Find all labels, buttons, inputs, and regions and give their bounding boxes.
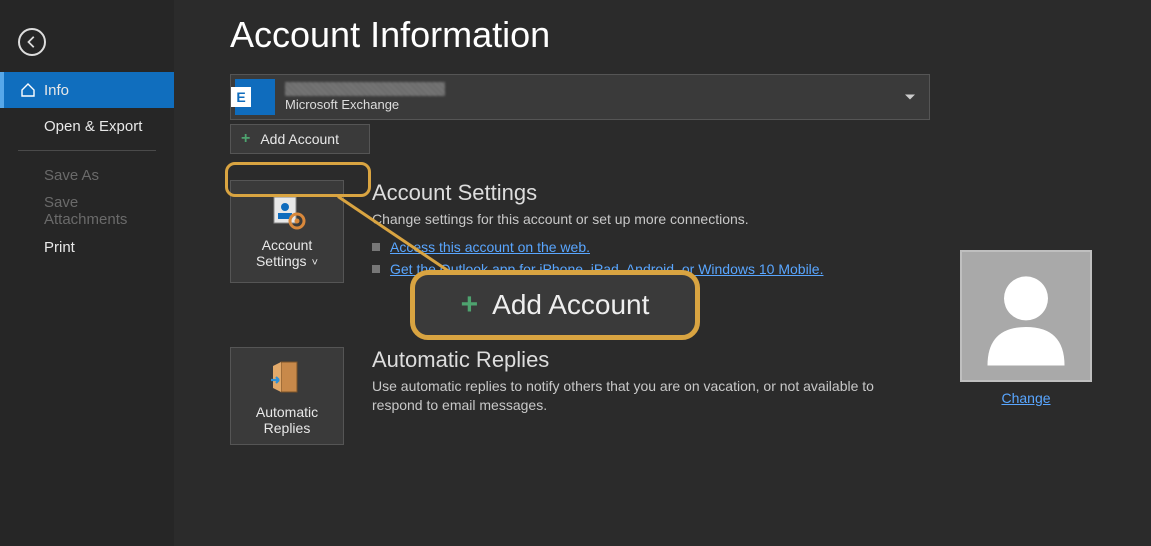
exchange-icon: E bbox=[235, 79, 275, 115]
annotation-highlight-large: + Add Account bbox=[410, 270, 700, 340]
change-picture-link[interactable]: Change bbox=[1001, 390, 1050, 406]
account-settings-description: Change settings for this account or set … bbox=[372, 210, 912, 229]
sidebar-item-label: Info bbox=[44, 82, 69, 99]
bullet-icon bbox=[372, 265, 380, 273]
home-icon bbox=[20, 82, 36, 98]
add-account-button[interactable]: + Add Account bbox=[230, 124, 370, 154]
sidebar-divider bbox=[18, 150, 156, 151]
account-settings-icon bbox=[267, 191, 307, 231]
account-name-redacted bbox=[285, 82, 445, 96]
plus-icon: + bbox=[241, 131, 250, 147]
backstage-sidebar: Info Open & Export Save As Save Attachme… bbox=[0, 0, 174, 546]
sidebar-item-print[interactable]: Print bbox=[0, 229, 174, 265]
sidebar-item-label: Save As bbox=[44, 167, 99, 184]
sidebar-item-label: Open & Export bbox=[44, 118, 142, 135]
page-title: Account Information bbox=[230, 14, 1125, 56]
add-account-label: Add Account bbox=[260, 131, 339, 147]
sidebar-item-info[interactable]: Info bbox=[0, 72, 174, 108]
automatic-replies-description: Use automatic replies to notify others t… bbox=[372, 377, 912, 415]
sidebar-item-save-attachments: Save Attachments bbox=[0, 193, 174, 229]
account-selector[interactable]: E Microsoft Exchange bbox=[230, 74, 930, 120]
avatar-placeholder bbox=[960, 250, 1092, 382]
arrow-left-icon bbox=[25, 35, 39, 49]
sidebar-item-label: Save Attachments bbox=[44, 194, 158, 228]
sidebar-item-save-as: Save As bbox=[0, 157, 174, 193]
automatic-replies-icon bbox=[267, 358, 307, 398]
bullet-icon bbox=[372, 243, 380, 251]
chevron-down-icon bbox=[905, 95, 915, 100]
sidebar-item-open-export[interactable]: Open & Export bbox=[0, 108, 174, 144]
plus-icon: + bbox=[461, 288, 479, 322]
profile-picture-area: Change bbox=[956, 250, 1096, 408]
account-type-label: Microsoft Exchange bbox=[285, 98, 445, 112]
account-settings-button-label: Account Settings bbox=[256, 237, 312, 269]
annotation-callout-label: Add Account bbox=[492, 289, 649, 321]
back-button[interactable] bbox=[18, 28, 46, 56]
person-icon bbox=[971, 261, 1081, 371]
automatic-replies-button-label: Automatic Replies bbox=[237, 404, 337, 436]
account-settings-heading: Account Settings bbox=[372, 180, 1125, 206]
sidebar-item-label: Print bbox=[44, 239, 75, 256]
automatic-replies-button[interactable]: Automatic Replies bbox=[230, 347, 344, 445]
account-settings-button[interactable]: Account Settings ˅ bbox=[230, 180, 344, 283]
chevron-down-icon: ˅ bbox=[309, 257, 318, 269]
